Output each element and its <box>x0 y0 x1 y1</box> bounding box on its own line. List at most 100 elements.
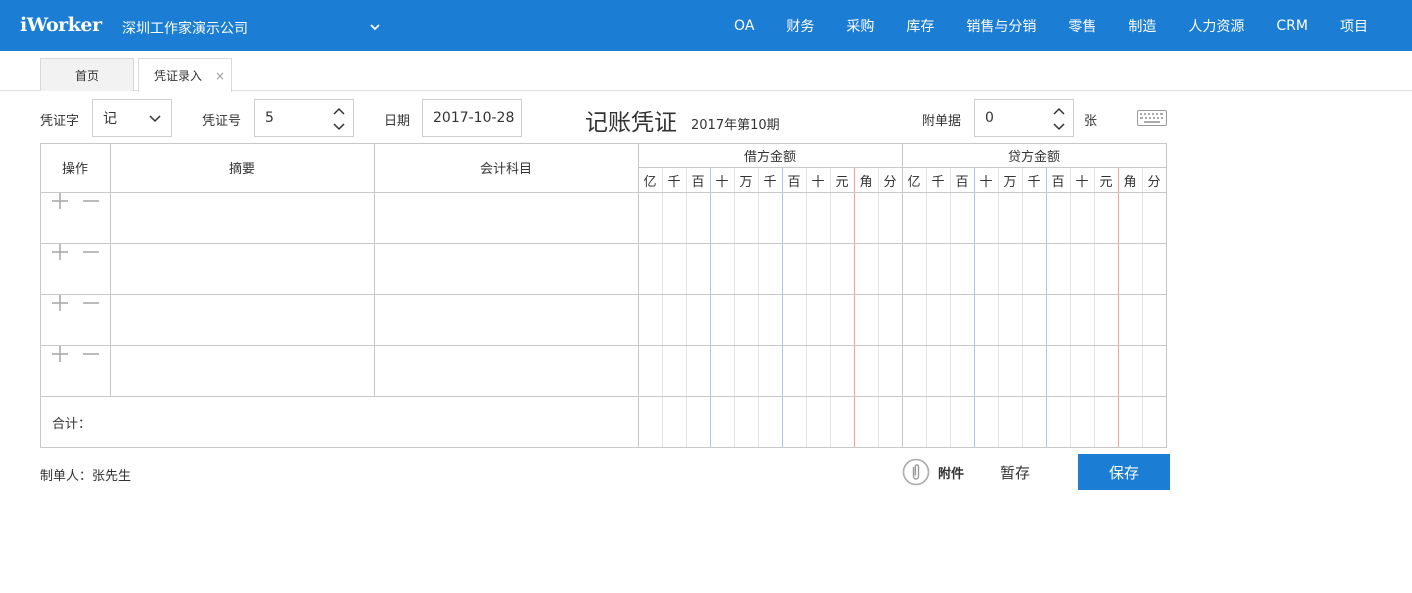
tab-label: 首页 <box>74 68 99 83</box>
debit-digit-header: 百 <box>691 174 705 190</box>
debit-digit-header: 元 <box>835 174 849 190</box>
debit-amount-cell[interactable] <box>639 193 902 243</box>
plus-icon[interactable] <box>51 294 69 312</box>
attachments-label: 附单据 <box>922 114 962 129</box>
nav-item[interactable]: 人力资源 <box>1188 16 1244 36</box>
row-operations <box>40 243 110 294</box>
accounting-period: 2017年第10期 <box>691 118 780 133</box>
keyboard-icon[interactable] <box>1137 110 1167 126</box>
nav-item[interactable]: 财务 <box>786 16 814 36</box>
summary-cell[interactable] <box>111 244 374 294</box>
credit-amount-cell[interactable] <box>903 193 1167 243</box>
voucher-number-input[interactable]: 5 <box>254 99 354 137</box>
credit-digit-header: 千 <box>931 174 945 190</box>
credit-amount-cell[interactable] <box>903 295 1167 345</box>
attachments-unit: 张 <box>1084 114 1098 129</box>
debit-digit-header: 角 <box>859 174 873 190</box>
credit-digit-header: 百 <box>1051 174 1065 190</box>
debit-amount-cell[interactable] <box>639 295 902 345</box>
row-operations <box>40 294 110 345</box>
credit-amount-cell[interactable] <box>903 346 1167 396</box>
attachments-count-input[interactable]: 0 <box>974 99 1074 137</box>
summary-cell[interactable] <box>111 346 374 396</box>
credit-digit-header: 千 <box>1027 174 1041 190</box>
credit-amount-header: 贷方金额 <box>1007 149 1060 165</box>
debit-digit-header: 百 <box>787 174 801 190</box>
credit-digit-header: 元 <box>1099 174 1113 190</box>
voucher-number-value: 5 <box>265 110 274 126</box>
date-label: 日期 <box>384 114 411 129</box>
col-operation-header: 操作 <box>61 162 88 177</box>
plus-icon[interactable] <box>51 243 69 261</box>
spinner-icon[interactable] <box>333 106 345 132</box>
main-nav: OA 财务 采购 库存 销售与分销 零售 制造 人力资源 CRM 项目 <box>734 0 1368 51</box>
chevron-down-icon <box>149 115 161 123</box>
debit-digit-header: 分 <box>883 174 897 190</box>
attachment-button[interactable]: 附件 <box>902 458 964 486</box>
minus-icon[interactable] <box>82 192 100 210</box>
nav-item[interactable]: 项目 <box>1340 16 1368 36</box>
nav-item[interactable]: CRM <box>1276 18 1308 34</box>
nav-item[interactable]: 库存 <box>906 16 934 36</box>
spinner-icon[interactable] <box>1053 106 1065 132</box>
tab-voucher-entry[interactable]: 凭证录入 × <box>138 58 232 92</box>
company-name[interactable]: 深圳工作家演示公司 <box>122 18 248 38</box>
voucher-type-select[interactable]: 记 <box>92 99 172 137</box>
account-cell[interactable] <box>375 346 638 396</box>
voucher-number-label: 凭证号 <box>202 114 242 129</box>
date-value: 2017-10-28 <box>433 110 515 126</box>
nav-item[interactable]: 零售 <box>1068 16 1096 36</box>
chevron-down-icon[interactable] <box>368 20 382 34</box>
credit-digit-header: 分 <box>1147 174 1161 190</box>
col-account-header: 会计科目 <box>479 162 532 177</box>
credit-digit-header: 角 <box>1123 174 1137 190</box>
credit-amount-cell[interactable] <box>903 244 1167 294</box>
account-cell[interactable] <box>375 295 638 345</box>
minus-icon[interactable] <box>82 243 100 261</box>
credit-digit-header: 十 <box>979 174 993 190</box>
app-logo[interactable]: iWorker <box>20 14 102 36</box>
voucher-type-label: 凭证字 <box>40 114 80 129</box>
credit-digit-header: 亿 <box>907 174 921 190</box>
attachment-label: 附件 <box>938 466 965 482</box>
account-cell[interactable] <box>375 193 638 243</box>
plus-icon[interactable] <box>51 345 69 363</box>
col-summary-header: 摘要 <box>228 162 255 177</box>
save-button[interactable]: 保存 <box>1078 454 1170 490</box>
nav-item[interactable]: 采购 <box>846 16 874 36</box>
debit-digit-header: 十 <box>715 174 729 190</box>
nav-item[interactable]: OA <box>734 18 754 34</box>
row-operations <box>40 192 110 243</box>
debit-digit-header: 万 <box>739 174 753 190</box>
total-label: 合计： <box>52 417 92 432</box>
tab-home[interactable]: 首页 <box>40 58 134 91</box>
summary-cell[interactable] <box>111 193 374 243</box>
top-navigation-bar: iWorker 深圳工作家演示公司 OA 财务 采购 库存 销售与分销 零售 制造 人力资源 C… <box>0 0 1412 51</box>
debit-amount-cell[interactable] <box>639 244 902 294</box>
voucher-title: 记账凭证 <box>585 110 677 136</box>
close-icon[interactable]: × <box>215 69 225 83</box>
tab-bar: 首页 凭证录入 × <box>0 51 1412 92</box>
voucher-entry-grid: 操作 摘要 会计科目 借方金额 贷方金额 合计： 亿千百十万千百十元角分亿千百十… <box>40 143 1167 448</box>
debit-digit-header: 千 <box>763 174 777 190</box>
tab-label: 凭证录入 <box>153 69 202 83</box>
nav-item[interactable]: 销售与分销 <box>966 16 1036 36</box>
voucher-maker: 制单人：张先生 <box>40 469 132 484</box>
debit-digit-header: 千 <box>667 174 681 190</box>
plus-icon[interactable] <box>51 192 69 210</box>
minus-icon[interactable] <box>82 345 100 363</box>
debit-amount-header: 借方金额 <box>743 149 796 165</box>
save-draft-button[interactable]: 暂存 <box>1000 462 1030 483</box>
attachments-count-value: 0 <box>985 110 994 126</box>
credit-digit-header: 十 <box>1075 174 1089 190</box>
summary-cell[interactable] <box>111 295 374 345</box>
account-cell[interactable] <box>375 244 638 294</box>
date-input[interactable]: 2017-10-28 <box>422 99 522 137</box>
debit-digit-header: 亿 <box>643 174 657 190</box>
minus-icon[interactable] <box>82 294 100 312</box>
nav-item[interactable]: 制造 <box>1128 16 1156 36</box>
credit-digit-header: 百 <box>955 174 969 190</box>
debit-digit-header: 十 <box>811 174 825 190</box>
credit-digit-header: 万 <box>1003 174 1017 190</box>
debit-amount-cell[interactable] <box>639 346 902 396</box>
